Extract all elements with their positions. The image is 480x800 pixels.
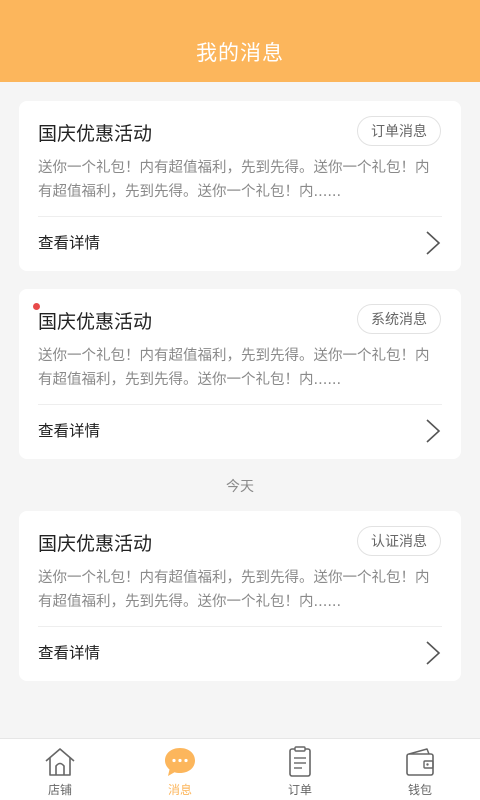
view-details-link[interactable]: 查看详情 [38, 231, 100, 253]
tab-label: 订单 [287, 783, 312, 797]
date-separator: 今天 [226, 479, 254, 495]
message-type-tag: 订单消息 [357, 116, 441, 146]
message-body: 送你一个礼包！内有超值福利，先到先得。送你一个礼包！内有超值福利，先到先得。送你… [38, 348, 430, 388]
message-card[interactable]: 国庆优惠活动 系统消息 送你一个礼包！内有超值福利，先到先得。送你一个礼包！内有… [19, 289, 461, 459]
view-details-link[interactable]: 查看详情 [38, 641, 100, 663]
tab-label: 店铺 [47, 783, 72, 797]
message-title: 国庆优惠活动 [38, 533, 153, 555]
chevron-right-icon[interactable] [425, 418, 441, 444]
tab-label: 消息 [167, 783, 192, 797]
divider [38, 404, 442, 405]
divider [38, 216, 442, 217]
messages-page: 我的消息 国庆优惠活动 订单消息 送你一个礼包！内有超值福利，先到先得。送你一个… [0, 0, 480, 800]
message-type-tag: 认证消息 [357, 526, 441, 556]
page-title: 我的消息 [196, 41, 284, 65]
bottom-tab-bar: 店铺 消息 订单 钱包 [0, 738, 480, 800]
store-icon [45, 748, 75, 776]
order-icon [289, 746, 311, 777]
app-header: 我的消息 [0, 0, 480, 82]
message-body: 送你一个礼包！内有超值福利，先到先得。送你一个礼包！内有超值福利，先到先得。送你… [38, 160, 430, 200]
message-title: 国庆优惠活动 [38, 123, 153, 145]
message-card[interactable]: 国庆优惠活动 订单消息 送你一个礼包！内有超值福利，先到先得。送你一个礼包！内有… [19, 101, 461, 271]
message-body: 送你一个礼包！内有超值福利，先到先得。送你一个礼包！内有超值福利，先到先得。送你… [38, 570, 430, 610]
view-details-link[interactable]: 查看详情 [38, 419, 100, 441]
divider [38, 626, 442, 627]
message-title: 国庆优惠活动 [38, 311, 153, 333]
message-icon [165, 748, 195, 776]
tab-messages[interactable]: 消息 [120, 739, 240, 800]
chevron-right-icon[interactable] [425, 230, 441, 256]
tab-store[interactable]: 店铺 [0, 739, 120, 800]
tab-label: 钱包 [407, 783, 432, 797]
chevron-right-icon[interactable] [425, 640, 441, 666]
tab-orders[interactable]: 订单 [240, 739, 360, 800]
message-type-tag: 系统消息 [357, 304, 441, 334]
tab-wallet[interactable]: 钱包 [360, 739, 480, 800]
message-card[interactable]: 国庆优惠活动 认证消息 送你一个礼包！内有超值福利，先到先得。送你一个礼包！内有… [19, 511, 461, 681]
wallet-icon [406, 748, 434, 776]
